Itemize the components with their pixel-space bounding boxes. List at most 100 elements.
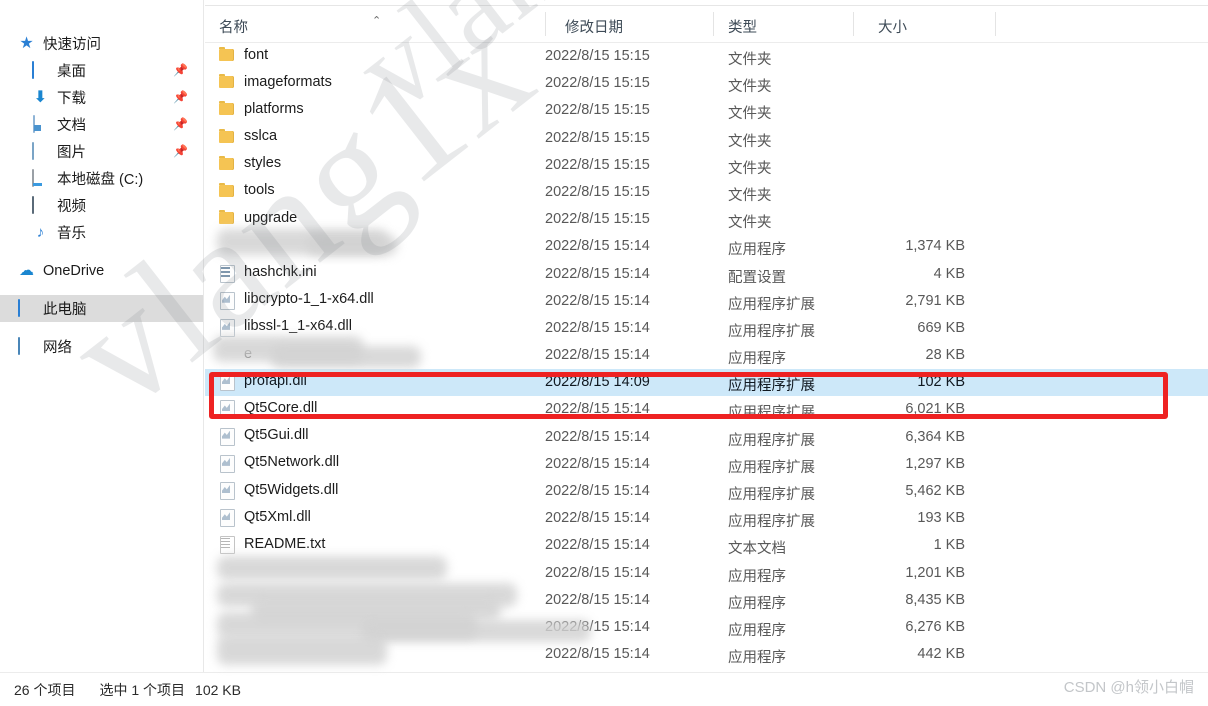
file-name-label: profapi.dll bbox=[244, 372, 307, 389]
cell-name[interactable]: libssl-1_1-x64.dll bbox=[219, 318, 352, 337]
cell-type: 应用程序 bbox=[728, 568, 786, 585]
column-divider[interactable] bbox=[713, 12, 714, 36]
cell-date-modified: 2022/8/15 15:15 bbox=[545, 102, 650, 119]
table-row[interactable]: imageformats 2022/8/15 15:15 文件夹 bbox=[205, 70, 1208, 97]
cell-name[interactable]: upgrade bbox=[219, 209, 297, 226]
cell-name[interactable]: README.txt bbox=[219, 535, 325, 555]
column-divider[interactable] bbox=[995, 12, 996, 36]
sidebar-item-local-disk-c[interactable]: 本地磁盘 (C:) bbox=[0, 165, 203, 192]
table-row[interactable]: profapi.dll 2022/8/15 14:09 应用程序扩展 102 KB bbox=[205, 369, 1208, 397]
cell-name[interactable]: Qt5Network.dll bbox=[219, 454, 340, 473]
sidebar-item-documents[interactable]: 文档 📌 bbox=[0, 111, 203, 138]
cell-name[interactable]: styles bbox=[219, 155, 281, 172]
file-name-label: Qt5Core.dll bbox=[244, 399, 318, 416]
folder-icon bbox=[219, 155, 235, 172]
file-name-label: libcrypto-1_1-x64.dll bbox=[244, 291, 374, 308]
table-row[interactable]: styles 2022/8/15 15:15 文件夹 bbox=[205, 152, 1208, 179]
table-row[interactable]: hashchk.ini 2022/8/15 15:14 配置设置 4 KB bbox=[205, 261, 1208, 288]
pin-icon[interactable]: 📌 bbox=[173, 91, 188, 103]
cell-name[interactable]: hashchk.ini bbox=[219, 264, 317, 283]
cell-date-modified: 2022/8/15 15:14 bbox=[545, 265, 650, 282]
cell-type: 文件夹 bbox=[728, 79, 772, 96]
redacted-filename-blur bbox=[217, 635, 387, 666]
table-row[interactable]: tools 2022/8/15 15:15 文件夹 bbox=[205, 179, 1208, 206]
cell-type: 应用程序扩展 bbox=[728, 296, 815, 313]
cell-size: 193 KB bbox=[917, 510, 965, 527]
cell-size: 442 KB bbox=[917, 646, 965, 663]
sidebar-item-videos[interactable]: 视频 bbox=[0, 192, 203, 219]
sidebar-item-label: 文档 bbox=[57, 118, 86, 134]
column-divider[interactable] bbox=[545, 12, 546, 36]
table-row[interactable]: Qt5Core.dll 2022/8/15 15:14 应用程序扩展 6,021 KB bbox=[205, 396, 1208, 423]
cell-name[interactable]: tools bbox=[219, 182, 275, 199]
table-row[interactable]: Qt5Gui.dll 2022/8/15 15:14 应用程序扩展 6,364 KB bbox=[205, 424, 1208, 451]
column-divider[interactable] bbox=[853, 12, 854, 36]
sidebar-item-onedrive[interactable]: ☁ OneDrive bbox=[0, 257, 203, 284]
sidebar-item-downloads[interactable]: ⬇ 下载 📌 bbox=[0, 84, 203, 111]
sidebar-item-label: 下载 bbox=[57, 91, 86, 107]
cell-name[interactable]: imageformats bbox=[219, 73, 332, 90]
table-row[interactable]: font 2022/8/15 15:15 文件夹 bbox=[205, 43, 1208, 70]
sidebar-item-pictures[interactable]: 图片 📌 bbox=[0, 138, 203, 165]
cell-name[interactable]: font bbox=[219, 46, 268, 63]
document-icon bbox=[32, 115, 49, 133]
sidebar-item-quick-access[interactable]: ★ 快速访问 bbox=[0, 30, 203, 57]
pin-icon[interactable]: 📌 bbox=[173, 145, 188, 157]
file-name-label: styles bbox=[244, 155, 282, 172]
cell-name[interactable]: platforms bbox=[219, 100, 304, 117]
file-name-label: Qt5Gui.dll bbox=[244, 427, 309, 444]
sidebar-item-network[interactable]: 网络 bbox=[0, 333, 203, 360]
txt-icon bbox=[219, 535, 235, 555]
cell-name[interactable]: Qt5Gui.dll bbox=[219, 427, 309, 446]
table-row[interactable]: libcrypto-1_1-x64.dll 2022/8/15 15:14 应用程序… bbox=[205, 288, 1208, 315]
column-header-size[interactable]: 大小 bbox=[878, 16, 907, 37]
cell-size: 28 KB bbox=[925, 347, 966, 364]
column-header-name[interactable]: 名称 bbox=[219, 16, 248, 37]
cell-name[interactable]: Qt5Xml.dll bbox=[219, 508, 311, 528]
cell-name[interactable]: Qt5Widgets.dll bbox=[219, 481, 338, 500]
redacted-filename-blur bbox=[271, 346, 421, 369]
pin-icon[interactable]: 📌 bbox=[173, 64, 188, 76]
file-name-label: Qt5Network.dll bbox=[244, 454, 340, 471]
sidebar-item-desktop[interactable]: 桌面 📌 bbox=[0, 57, 203, 84]
table-row[interactable]: Qt5Network.dll 2022/8/15 15:14 应用程序扩展 1,297… bbox=[205, 451, 1208, 478]
folder-icon bbox=[219, 128, 235, 145]
status-bar: 26 个项目 选中 1 个项目 102 KB bbox=[0, 672, 1208, 706]
dll-icon bbox=[219, 291, 235, 310]
sidebar-item-this-pc[interactable]: 此电脑 bbox=[0, 295, 203, 322]
column-header-type[interactable]: 类型 bbox=[728, 16, 757, 37]
star-icon: ★ bbox=[19, 35, 34, 52]
cell-date-modified: 2022/8/15 15:15 bbox=[545, 156, 650, 173]
sidebar-item-music[interactable]: ♪ 音乐 bbox=[0, 219, 203, 246]
dll-icon bbox=[219, 372, 235, 392]
this-pc-icon bbox=[18, 299, 35, 317]
cell-name[interactable]: sslca bbox=[219, 128, 277, 145]
cell-type: 文件夹 bbox=[728, 215, 772, 232]
cell-date-modified: 2022/8/15 15:14 bbox=[545, 510, 650, 527]
cell-size: 8,435 KB bbox=[905, 591, 965, 608]
table-row[interactable]: Qt5Xml.dll 2022/8/15 15:14 应用程序扩展 193 KB bbox=[205, 505, 1208, 532]
pin-icon[interactable]: 📌 bbox=[173, 118, 188, 130]
cell-name[interactable]: profapi.dll bbox=[219, 372, 307, 392]
cell-size: 1,297 KB bbox=[905, 455, 965, 472]
cell-type: 文件夹 bbox=[728, 160, 772, 177]
table-row[interactable]: platforms 2022/8/15 15:15 文件夹 bbox=[205, 97, 1208, 124]
table-row[interactable]: sslca 2022/8/15 15:15 文件夹 bbox=[205, 125, 1208, 152]
cell-date-modified: 2022/8/15 14:09 bbox=[545, 374, 650, 391]
status-item-count: 26 个项目 bbox=[14, 681, 76, 698]
table-row[interactable]: Qt5Widgets.dll 2022/8/15 15:14 应用程序扩展 5,462… bbox=[205, 478, 1208, 505]
cell-name[interactable]: Qt5Core.dll bbox=[219, 399, 318, 419]
cell-name[interactable]: libcrypto-1_1-x64.dll bbox=[219, 291, 374, 310]
cell-size: 1 KB bbox=[933, 537, 965, 554]
sidebar-item-label: 音乐 bbox=[57, 226, 86, 242]
status-selected-size: 102 KB bbox=[195, 681, 241, 698]
file-name-label: Qt5Xml.dll bbox=[244, 508, 311, 525]
cell-date-modified: 2022/8/15 15:15 bbox=[545, 129, 650, 146]
cell-size: 6,364 KB bbox=[905, 428, 965, 445]
redacted-filename-blur bbox=[307, 235, 397, 256]
dll-icon bbox=[219, 508, 235, 528]
cell-date-modified: 2022/8/15 15:14 bbox=[545, 428, 650, 445]
cell-type: 配置设置 bbox=[728, 269, 786, 286]
column-header-date-modified[interactable]: 修改日期 bbox=[565, 16, 623, 37]
cell-date-modified: 2022/8/15 15:14 bbox=[545, 564, 650, 581]
